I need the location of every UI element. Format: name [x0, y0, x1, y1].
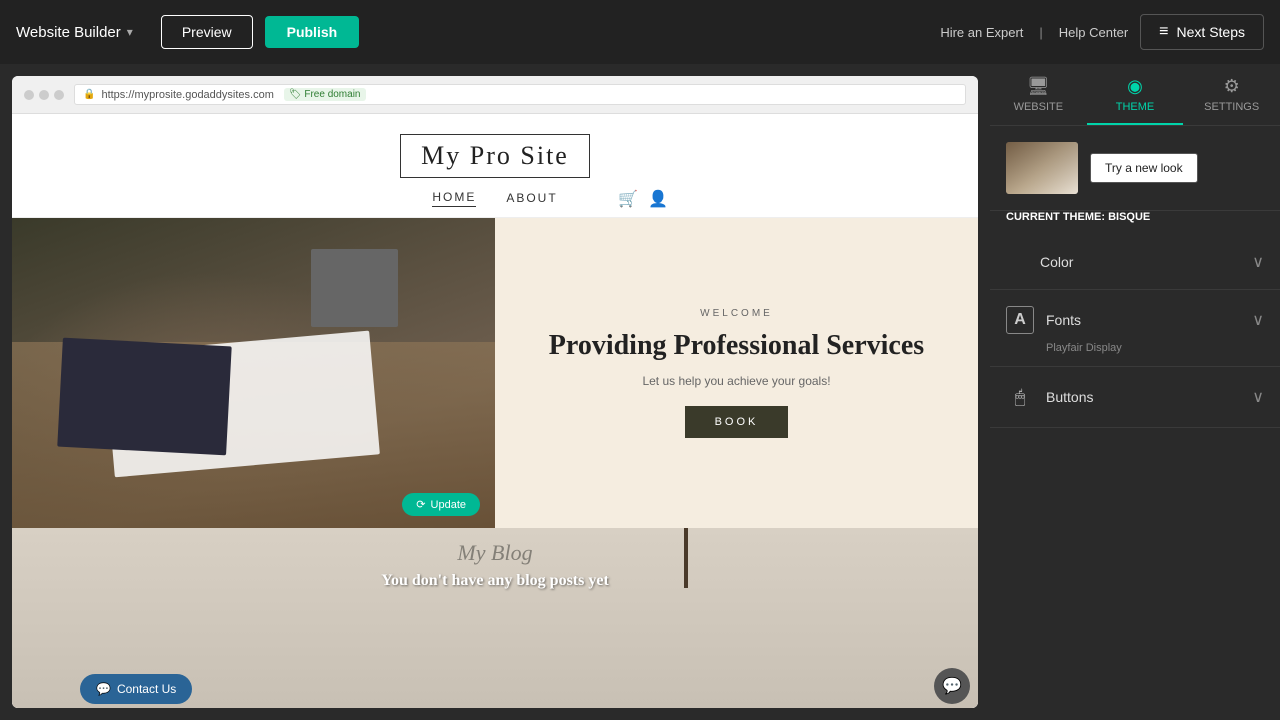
dot-1	[24, 90, 34, 100]
color-grid-icon	[1006, 251, 1028, 273]
browser-area: 🔒 https://myprosite.godaddysites.com 🏷 F…	[0, 64, 990, 720]
next-steps-label: Next Steps	[1177, 24, 1245, 40]
brand[interactable]: Website Builder ▾	[16, 24, 133, 41]
blog-no-posts: You don't have any blog posts yet	[381, 572, 609, 590]
theme-tab-icon: ◉	[1127, 76, 1143, 97]
user-icon[interactable]: 👤	[648, 189, 668, 209]
separator: |	[1039, 25, 1042, 40]
url-bar[interactable]: 🔒 https://myprosite.godaddysites.com 🏷 F…	[74, 84, 966, 105]
dot-2	[39, 90, 49, 100]
theme-thumb-overlay	[1006, 142, 1078, 194]
tab-website[interactable]: 🖥 WEBSITE	[990, 64, 1087, 125]
desk-notebook	[58, 338, 232, 455]
help-center-link[interactable]: Help Center	[1059, 25, 1128, 40]
update-label: Update	[431, 499, 466, 511]
hire-expert-link[interactable]: Hire an Expert	[940, 25, 1023, 40]
lock-icon: 🔒	[83, 89, 95, 100]
settings-tab-icon: ⚙	[1224, 76, 1240, 97]
browser-dots	[24, 90, 64, 100]
next-steps-button[interactable]: ≡ Next Steps	[1140, 14, 1264, 50]
fonts-label: Fonts	[1046, 312, 1240, 328]
panel-tabs: 🖥 WEBSITE ◉ THEME ⚙ SETTINGS	[990, 64, 1280, 126]
buttons-chevron-icon: ∨	[1252, 387, 1264, 407]
topbar-links: Hire an Expert | Help Center	[940, 25, 1128, 40]
hero-welcome: WELCOME	[700, 308, 773, 319]
site-content: My Pro Site HOME ABOUT 🛒 👤	[12, 114, 978, 708]
brand-chevron-icon: ▾	[127, 25, 133, 39]
contact-label: Contact Us	[117, 682, 176, 696]
free-domain-badge[interactable]: 🏷 Free domain	[284, 88, 366, 101]
hero-image: ⟳ Update	[12, 218, 495, 528]
chat-bubble-icon[interactable]: 💬	[934, 668, 970, 704]
hero-subtext: Let us help you achieve your goals!	[642, 374, 830, 388]
book-button[interactable]: BOOK	[685, 406, 789, 438]
fonts-icon: A	[1006, 306, 1034, 334]
theme-preview-area: Try a new look	[990, 126, 1280, 211]
theme-tab-label: THEME	[1116, 101, 1155, 113]
site-title: My Pro Site	[400, 134, 590, 178]
tab-settings[interactable]: ⚙ SETTINGS	[1183, 64, 1280, 125]
hero-text: WELCOME Providing Professional Services …	[495, 218, 978, 528]
desk-calculator	[311, 249, 398, 327]
tab-theme[interactable]: ◉ THEME	[1087, 64, 1184, 125]
publish-button[interactable]: Publish	[265, 16, 360, 48]
right-panel: 🖥 WEBSITE ◉ THEME ⚙ SETTINGS Try a new l…	[990, 64, 1280, 720]
main-content: 🔒 https://myprosite.godaddysites.com 🏷 F…	[0, 64, 1280, 720]
blog-lamp	[684, 528, 688, 588]
current-theme-name: BISQUE	[1108, 211, 1150, 223]
current-theme-label: CURRENT THEME: BISQUE	[990, 211, 1280, 235]
preview-button[interactable]: Preview	[161, 15, 253, 49]
contact-icon: 💬	[96, 682, 111, 696]
buttons-accordion: 🖱 Buttons ∨	[990, 367, 1280, 428]
fonts-chevron-icon: ∨	[1252, 310, 1264, 330]
website-tab-label: WEBSITE	[1014, 101, 1064, 113]
fonts-accordion: A Fonts ∨ Playfair Display	[990, 290, 1280, 367]
buttons-accordion-header[interactable]: 🖱 Buttons ∨	[990, 367, 1280, 427]
contact-us-button[interactable]: 💬 Contact Us	[80, 674, 192, 704]
brand-label: Website Builder	[16, 24, 121, 41]
browser-chrome: 🔒 https://myprosite.godaddysites.com 🏷 F…	[12, 76, 978, 114]
site-header: My Pro Site HOME ABOUT 🛒 👤	[12, 114, 978, 218]
website-tab-icon: 🖥	[1027, 76, 1050, 97]
next-steps-icon: ≡	[1159, 23, 1168, 41]
current-theme-prefix: CURRENT THEME:	[1006, 211, 1105, 223]
settings-tab-label: SETTINGS	[1204, 101, 1259, 113]
url-text: https://myprosite.godaddysites.com	[101, 89, 273, 101]
fonts-accordion-header[interactable]: A Fonts ∨	[990, 290, 1280, 350]
color-label: Color	[1040, 254, 1240, 270]
cart-icon[interactable]: 🛒	[618, 189, 638, 209]
nav-icons: 🛒 👤	[618, 189, 668, 209]
dot-3	[54, 90, 64, 100]
color-accordion-header[interactable]: Color ∨	[990, 235, 1280, 289]
update-button[interactable]: ⟳ Update	[402, 493, 480, 516]
nav-home[interactable]: HOME	[432, 190, 476, 207]
theme-thumbnail	[1006, 142, 1078, 194]
hero-heading: Providing Professional Services	[549, 329, 924, 363]
buttons-label: Buttons	[1046, 389, 1240, 405]
color-chevron-icon: ∨	[1252, 252, 1264, 272]
nav-about[interactable]: ABOUT	[506, 191, 557, 207]
try-new-look-button[interactable]: Try a new look	[1090, 153, 1198, 183]
buttons-icon: 🖱	[1006, 383, 1034, 411]
site-nav: HOME ABOUT 🛒 👤	[52, 190, 938, 207]
browser-frame: 🔒 https://myprosite.godaddysites.com 🏷 F…	[12, 76, 978, 708]
hero-section: ⟳ Update WELCOME Providing Professional …	[12, 218, 978, 528]
topbar: Website Builder ▾ Preview Publish Hire a…	[0, 0, 1280, 64]
desk-scene	[12, 218, 495, 528]
color-accordion: Color ∨	[990, 235, 1280, 290]
update-icon: ⟳	[416, 498, 425, 511]
fonts-sublabel: Playfair Display	[990, 342, 1280, 366]
